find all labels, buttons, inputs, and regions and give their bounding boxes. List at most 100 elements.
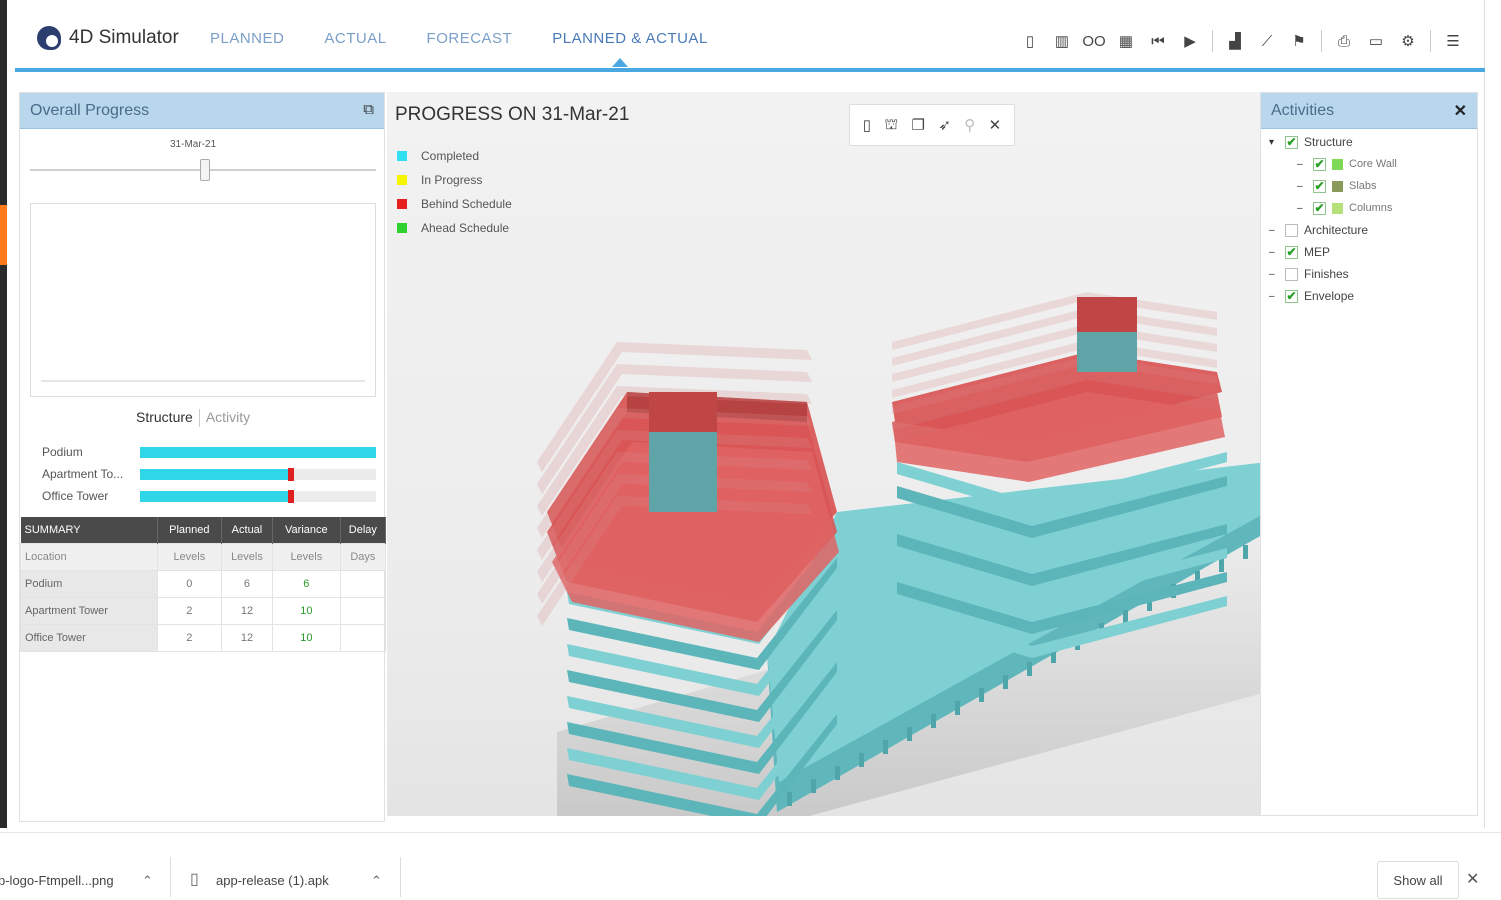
line-chart-icon[interactable]: ⟋	[1257, 31, 1277, 51]
barcode-icon[interactable]: ▥	[1052, 31, 1072, 51]
summary-cell	[339, 596, 387, 625]
download-item-name[interactable]: app-release (1).apk	[216, 873, 329, 888]
activities-header: Activities ✕	[1261, 93, 1477, 129]
progress-label: Apartment To...	[42, 467, 124, 481]
building-model[interactable]	[387, 92, 1260, 816]
brand[interactable]: 4D Simulator	[37, 26, 179, 50]
tree-node[interactable]: – ✔ Columns	[1269, 197, 1397, 219]
tree-expander-icon[interactable]: –	[1297, 181, 1307, 192]
model-viewport[interactable]: PROGRESS ON 31-Mar-21 Completed In Progre…	[387, 92, 1260, 816]
summary-units-cell: Levels	[156, 542, 222, 571]
summary-cell: 6	[271, 569, 341, 598]
chevron-up-icon[interactable]: ⌃	[142, 873, 153, 889]
progress-track	[140, 489, 376, 503]
tree-checkbox[interactable]: ✔	[1285, 245, 1298, 259]
toggle-activity[interactable]: Activity	[206, 409, 250, 427]
tab-actual[interactable]: ACTUAL	[324, 30, 386, 47]
tree-checkbox[interactable]	[1285, 223, 1298, 237]
progress-row: Podium	[42, 441, 376, 463]
phone-icon[interactable]: ▯	[1020, 31, 1040, 51]
tree-checkbox[interactable]: ✔	[1313, 157, 1326, 171]
core-wall-top	[649, 392, 717, 432]
column	[907, 727, 912, 741]
summary-cell: 10	[271, 623, 341, 652]
menu-icon[interactable]: ☰	[1443, 31, 1463, 51]
binoculars-icon[interactable]: ⛫	[884, 116, 898, 135]
summary-cell: 12	[220, 623, 273, 652]
tree-expander-icon[interactable]: –	[1269, 291, 1279, 302]
copy-icon[interactable]: ❐	[912, 116, 925, 134]
tree-checkbox[interactable]: ✔	[1285, 135, 1298, 149]
tree-node[interactable]: – ✔ Slabs	[1269, 175, 1397, 197]
file-icon: ▯	[190, 871, 199, 888]
tree-label: Structure	[1304, 135, 1353, 149]
bar-chart-icon[interactable]: ▟	[1225, 31, 1245, 51]
chevron-up-icon[interactable]: ⌃	[371, 873, 382, 889]
print-icon[interactable]: ⎙	[1334, 31, 1354, 51]
play-icon[interactable]: ▶	[1180, 31, 1200, 51]
tree-checkbox[interactable]: ✔	[1313, 179, 1326, 193]
tree-node[interactable]: – Architecture	[1269, 219, 1397, 241]
tab-planned[interactable]: PLANNED	[210, 30, 284, 47]
tree-expander-icon[interactable]: ▾	[1269, 137, 1279, 148]
tab-planned-actual[interactable]: PLANNED & ACTUAL	[552, 30, 708, 67]
share-icon[interactable]: ⚙	[1398, 31, 1418, 51]
activities-panel: Activities ✕ ▾ ✔ Structure – ✔ Core Wall – ✔ Sla…	[1260, 92, 1478, 816]
progress-track	[140, 467, 376, 481]
progress-row: Apartment To...	[42, 463, 376, 485]
progress-fill	[140, 468, 292, 480]
tab-forecast[interactable]: FORECAST	[427, 30, 513, 47]
phone-icon[interactable]: ▯	[863, 116, 871, 134]
download-item-name[interactable]: p-logo-Ftmpell...png	[0, 873, 114, 888]
color-swatch	[1332, 158, 1343, 170]
summary-units-cell: Location	[20, 542, 158, 571]
skip-back-icon[interactable]: ⏮	[1148, 31, 1168, 51]
toolbar: ▯ ▥ OO ▦ ⏮ ▶ ▟ ⟋ ⚑ ⎙ ▭ ⚙ ☰	[1020, 30, 1463, 52]
tree-expander-icon[interactable]: –	[1269, 225, 1279, 236]
tree-expander-icon[interactable]: –	[1297, 203, 1307, 214]
main-nav: PLANNED ACTUAL FORECAST PLANNED & ACTUAL	[210, 30, 708, 67]
tree-node[interactable]: – ✔ Core Wall	[1269, 153, 1397, 175]
core-wall-top	[1077, 297, 1137, 332]
tree-node[interactable]: – ✔ Envelope	[1269, 285, 1397, 307]
tree-checkbox[interactable]: ✔	[1285, 289, 1298, 303]
tree-expander-icon[interactable]: –	[1297, 159, 1307, 170]
summary-cell: Podium	[20, 569, 158, 598]
column	[1027, 662, 1032, 676]
rocket-icon[interactable]: ➶	[938, 116, 951, 134]
summary-units-cell: Days	[339, 542, 387, 571]
tree-node[interactable]: – ✔ MEP	[1269, 241, 1397, 263]
close-icon[interactable]: ✕	[1454, 101, 1467, 121]
tree-checkbox[interactable]: ✔	[1313, 201, 1326, 215]
progress-label: Office Tower	[42, 489, 109, 503]
column	[955, 701, 960, 715]
close-icon[interactable]: ✕	[1466, 869, 1479, 889]
toggle-divider	[198, 409, 200, 427]
pin-icon[interactable]: ⚲	[964, 116, 975, 134]
summary-units-cell: Levels	[271, 542, 341, 571]
overall-progress-header: Overall Progress ⧉	[20, 93, 384, 129]
fullscreen-icon[interactable]: ✕	[989, 116, 1002, 134]
tree-checkbox[interactable]	[1285, 267, 1298, 281]
legend-swatch	[397, 175, 407, 185]
tree-node[interactable]: – Finishes	[1269, 263, 1397, 285]
infinity-icon[interactable]: OO	[1082, 31, 1105, 51]
summary-cell: 6	[220, 569, 273, 598]
monitor-icon[interactable]: ▭	[1366, 31, 1386, 51]
summary-cell	[339, 569, 387, 598]
date-slider-thumb[interactable]	[200, 159, 210, 181]
show-all-button[interactable]: Show all	[1377, 861, 1459, 899]
tree-expander-icon[interactable]: –	[1269, 247, 1279, 258]
popout-icon[interactable]: ⧉	[363, 101, 374, 118]
hierarchy-icon[interactable]: ⚑	[1289, 31, 1309, 51]
legend: Completed In Progress Behind Schedule Ahead…	[397, 144, 512, 240]
summary-cell: Office Tower	[20, 623, 158, 652]
progress-track	[140, 446, 376, 458]
progress-fill	[140, 490, 292, 502]
tree-expander-icon[interactable]: –	[1269, 269, 1279, 280]
tree-node[interactable]: ▾ ✔ Structure	[1269, 131, 1397, 153]
toggle-structure[interactable]: Structure	[136, 409, 193, 427]
legend-label: Completed	[421, 149, 480, 163]
calendar-icon[interactable]: ▦	[1116, 31, 1136, 51]
column	[979, 688, 984, 702]
